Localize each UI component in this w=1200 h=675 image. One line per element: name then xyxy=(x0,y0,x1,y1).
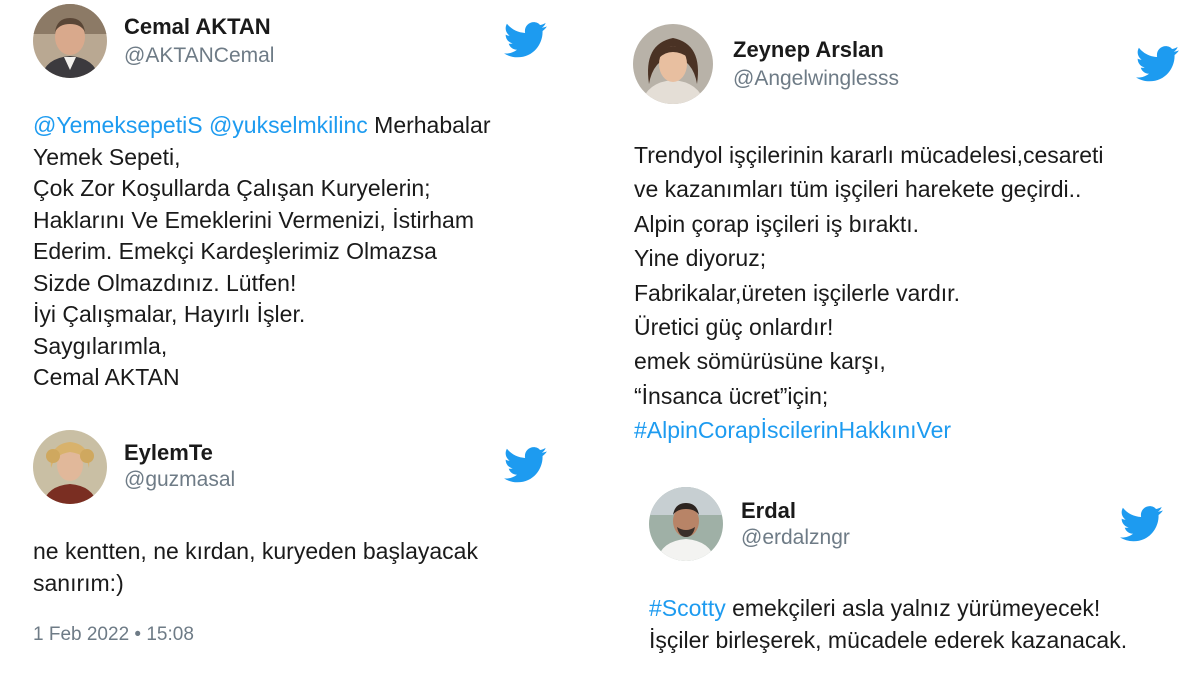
text-line: İşçiler birleşerek, mücadele ederek kaza… xyxy=(649,627,1128,653)
text-line: Cemal AKTAN xyxy=(33,364,180,390)
text-line: ne kentten, ne kırdan, kuryeden başlayac… xyxy=(33,538,478,564)
user-name[interactable]: Cemal AKTAN xyxy=(124,14,271,40)
mention-link[interactable]: @yukselmkilinc xyxy=(209,112,368,138)
avatar[interactable] xyxy=(33,4,107,78)
text-line: Fabrikalar,üreten işçilerle vardır. xyxy=(634,279,960,306)
text-line: Merhabalar xyxy=(374,112,491,138)
text-line: Çok Zor Koşullarda Çalışan Kuryelerin; xyxy=(33,175,431,201)
avatar[interactable] xyxy=(633,24,713,104)
text-line: Ederim. Emekçi Kardeşlerimiz Olmazsa xyxy=(33,238,437,264)
tweet-text: @YemeksepetiS @yukselmkilinc Merhabalar … xyxy=(33,110,491,394)
text-line: “İnsanca ücret”için; xyxy=(634,382,829,409)
user-handle[interactable]: @Angelwinglesss xyxy=(733,67,899,91)
text-line: Haklarını Ve Emeklerini Vermenizi, İstir… xyxy=(33,206,474,233)
user-handle[interactable]: @guzmasal xyxy=(124,468,235,492)
text-line: İyi Çalışmalar, Hayırlı İşler. xyxy=(33,301,306,327)
text-line: Üretici güç onlardır! xyxy=(634,314,834,341)
avatar[interactable] xyxy=(649,487,723,561)
text-line: Alpin çorap işçileri iş bıraktı. xyxy=(634,210,920,237)
text-line: sanırım:) xyxy=(33,569,124,596)
text-line: Saygılarımla, xyxy=(33,332,168,359)
tweet-text: #Scotty emekçileri asla yalnız yürümeyec… xyxy=(649,592,1127,656)
text-line: Yine diyoruz; xyxy=(634,245,767,272)
avatar[interactable] xyxy=(33,430,107,504)
user-name[interactable]: EylemTe xyxy=(124,440,213,466)
mention-link[interactable]: @YemeksepetiS xyxy=(33,112,203,138)
text-line: emek sömürüsüne karşı, xyxy=(634,348,886,375)
user-name[interactable]: Erdal xyxy=(741,498,796,524)
text-line: emekçileri asla yalnız yürümeyecek! xyxy=(732,595,1101,621)
tweet-text: ne kentten, ne kırdan, kuryeden başlayac… xyxy=(33,536,478,599)
user-name[interactable]: Zeynep Arslan xyxy=(733,37,884,63)
user-handle[interactable]: @AKTANCemal xyxy=(124,44,274,68)
tweet-text: Trendyol işçilerinin kararlı mücadelesi,… xyxy=(634,138,1104,448)
text-line: Yemek Sepeti, xyxy=(33,143,181,170)
twitter-bird-icon[interactable] xyxy=(1136,46,1180,82)
text-line: ve kazanımları tüm işçileri harekete geç… xyxy=(634,176,1082,203)
hashtag-link[interactable]: #AlpinCorapİscilerinHakkınıVer xyxy=(634,413,1104,447)
text-line: Sizde Olmazdınız. Lütfen! xyxy=(33,269,297,296)
twitter-bird-icon[interactable] xyxy=(504,22,548,58)
user-handle[interactable]: @erdalzngr xyxy=(741,526,850,550)
hashtag-link[interactable]: #Scotty xyxy=(649,595,726,621)
twitter-bird-icon[interactable] xyxy=(504,447,548,483)
text-line: Trendyol işçilerinin kararlı mücadelesi,… xyxy=(634,142,1104,168)
tweet-timestamp[interactable]: 1 Feb 2022 • 15:08 xyxy=(33,624,194,646)
twitter-bird-icon[interactable] xyxy=(1120,506,1164,542)
